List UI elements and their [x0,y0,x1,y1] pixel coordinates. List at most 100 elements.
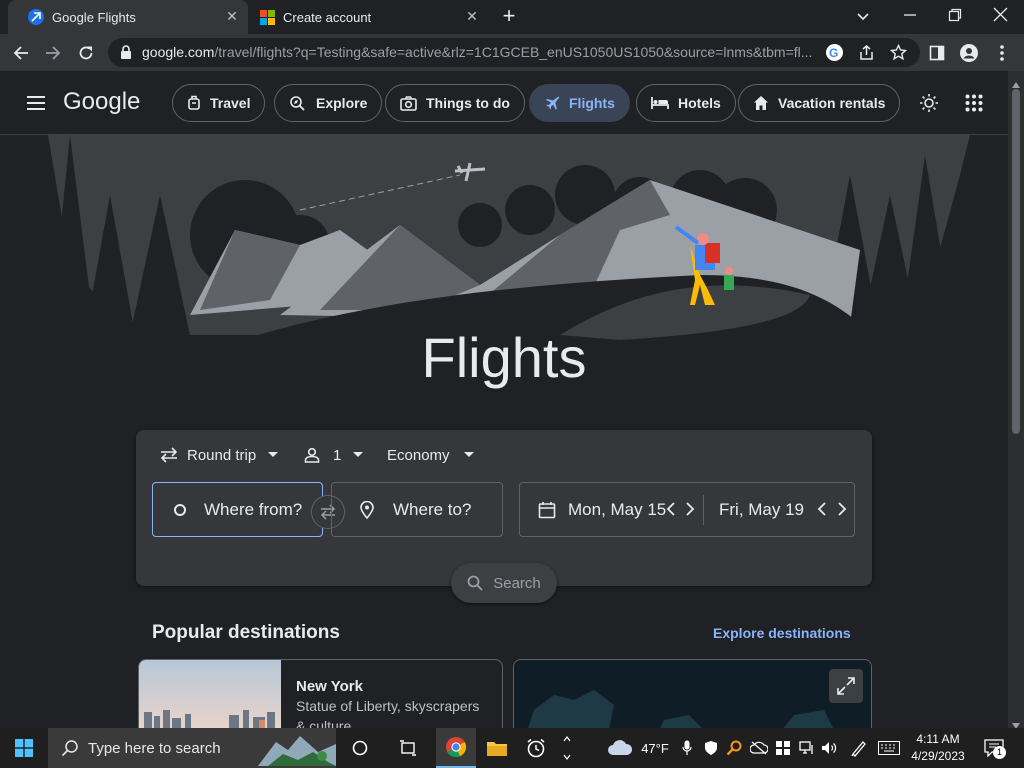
nav-chip-label: Travel [210,95,251,111]
close-window-icon[interactable] [993,7,1008,27]
explore-map-card[interactable] [513,659,872,728]
forward-icon[interactable] [40,40,66,66]
volume-icon[interactable] [819,728,839,768]
taskbar-clock[interactable]: 4:11 AM 4/29/2023 [903,731,973,765]
nav-chip-things-to-do[interactable]: Things to do [385,84,525,122]
chrome-taskbar-icon[interactable] [436,728,476,768]
search-app-icon[interactable] [724,728,744,768]
apps-grid-icon[interactable] [965,94,983,117]
expand-map-button[interactable] [829,669,863,703]
origin-input[interactable]: Where from? [204,500,302,520]
taskbar-search-box[interactable]: Type here to search [48,728,336,768]
restore-icon[interactable] [948,8,962,27]
bookmark-star-icon[interactable] [889,43,908,66]
house-icon [754,96,768,110]
alarms-clock-icon[interactable] [518,728,554,768]
destination-description-more: & culture [296,718,352,728]
nav-chip-explore[interactable]: Explore [274,84,383,122]
trip-type-select[interactable]: Round trip [160,446,279,464]
cabin-class-value: Economy [387,446,450,464]
tab-google-flights[interactable]: Google Flights ✕ [8,0,248,34]
notifications-icon[interactable]: 1 [980,728,1008,768]
nav-chip-hotels[interactable]: Hotels [636,84,736,122]
google-flights-favicon [28,9,44,25]
nav-chip-flights[interactable]: Flights [529,84,630,122]
windows-tray-icon[interactable] [773,728,793,768]
depart-next-day-icon[interactable] [685,501,695,521]
page-scrollbar[interactable] [1008,71,1024,729]
security-shield-icon[interactable] [701,728,721,768]
destination-card-new-york[interactable]: New York Statue of Liberty, skyscrapers … [138,659,503,728]
weather-widget[interactable]: 47°F [602,728,674,768]
depart-date[interactable]: Mon, May 15 [568,500,666,520]
search-icon [467,575,483,591]
windows-start-icon[interactable] [0,728,48,768]
close-tab-icon[interactable]: ✕ [224,8,240,24]
cabin-class-select[interactable]: Economy [387,446,474,464]
reload-icon[interactable] [73,40,99,66]
network-icon[interactable] [797,728,817,768]
tab-title: Google Flights [52,9,136,25]
flight-search-card: Round trip 1 Economy Where from? Where t… [136,430,872,603]
scrollbar-thumb[interactable] [1012,89,1020,434]
depart-prev-day-icon[interactable] [666,501,676,521]
main-menu-icon[interactable] [26,95,46,116]
address-bar[interactable]: google.com/travel/flights?q=Testing&safe… [108,38,920,67]
cortana-icon[interactable] [341,728,379,768]
file-explorer-icon[interactable] [478,728,516,768]
trip-type-value: Round trip [187,446,257,464]
pen-workspace-icon[interactable] [848,728,870,768]
task-view-icon[interactable] [389,728,427,768]
swap-arrows-icon [160,447,178,463]
return-date[interactable]: Fri, May 19 [719,500,804,520]
destination-field[interactable]: Where to? [331,482,503,537]
url-host: google.com [142,44,215,60]
nav-chip-label: Flights [569,95,615,111]
passengers-select[interactable]: 1 [304,446,364,464]
page-title: Flights [421,326,587,389]
explore-icon [290,96,305,111]
search-button[interactable]: Search [451,563,557,603]
windows-taskbar: Type here to search 47°F 4:11 AM 4/29/20… [0,728,1024,768]
weather-temp: 47°F [641,740,669,756]
popular-destinations-heading: Popular destinations [152,622,340,643]
cloud-sync-icon[interactable] [748,728,770,768]
url-text: google.com/travel/flights?q=Testing&safe… [142,44,822,60]
nav-chip-travel[interactable]: Travel [172,84,266,122]
google-lens-icon[interactable]: G [826,44,843,61]
date-range-field[interactable]: Mon, May 15 Fri, May 19 [519,482,855,537]
origin-field[interactable]: Where from? [152,482,323,537]
clock-time: 4:11 AM [916,732,960,746]
more-menu-icon[interactable] [989,40,1015,66]
dropdown-caret-icon [463,452,474,457]
share-icon[interactable] [858,44,875,66]
return-next-day-icon[interactable] [837,501,847,521]
microphone-icon[interactable] [678,728,696,768]
profile-avatar-icon[interactable] [956,40,982,66]
world-map-image [514,660,871,728]
destination-input[interactable]: Where to? [393,500,471,520]
person-icon [304,447,320,463]
side-panel-icon[interactable] [924,40,950,66]
notification-count-badge: 1 [993,746,1006,759]
minimize-icon[interactable] [903,8,917,27]
taskbar-overflow-chevron[interactable] [558,728,576,768]
google-logo[interactable]: Google [63,88,140,116]
new-tab-button[interactable]: + [498,5,520,28]
back-icon[interactable] [8,40,34,66]
origin-circle-icon [174,503,186,516]
bed-icon [651,97,669,109]
nav-chip-label: Hotels [678,95,721,111]
tab-create-account[interactable]: Create account ✕ [248,0,488,34]
tab-search-icon[interactable] [855,8,871,29]
nav-chip-vacation-rentals[interactable]: Vacation rentals [738,84,901,122]
touch-keyboard-icon[interactable] [876,728,902,768]
airplane-icon [545,96,560,110]
explore-destinations-link[interactable]: Explore destinations [713,625,851,641]
theme-toggle-sun-icon[interactable] [919,93,939,118]
suitcase-icon [188,95,200,110]
close-tab-icon[interactable]: ✕ [464,8,480,24]
lock-icon[interactable] [120,45,132,64]
return-prev-day-icon[interactable] [817,501,827,521]
google-travel-header: Google Travel Explore Things to do Fligh… [0,71,1008,135]
